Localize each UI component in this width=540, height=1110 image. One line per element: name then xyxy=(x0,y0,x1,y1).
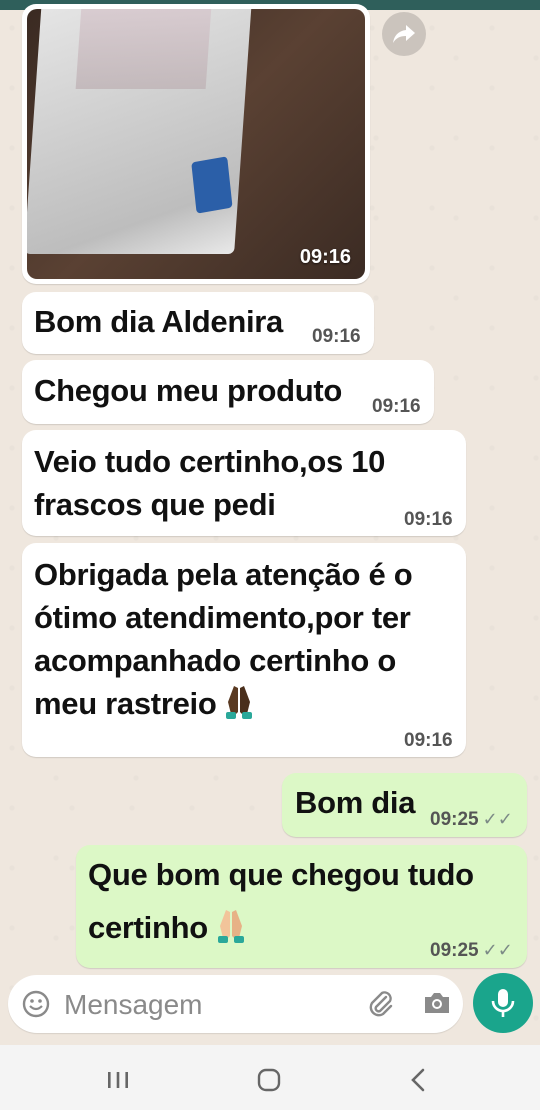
incoming-message[interactable]: Chegou meu produto 09:16 xyxy=(22,360,434,424)
message-time-text: 09:25 xyxy=(430,809,479,830)
image-timestamp: 09:16 xyxy=(299,246,351,268)
message-text-line: Que bom que chegou tudo xyxy=(88,857,474,892)
message-text-fragment: meu rastreio xyxy=(34,686,217,721)
emoji-icon[interactable] xyxy=(22,990,50,1023)
message-time: 09:25 ✓✓ xyxy=(430,809,513,831)
package-label xyxy=(75,9,212,89)
praying-hands-emoji-icon xyxy=(222,682,256,720)
system-nav-bar xyxy=(0,1045,540,1110)
message-text: Bom dia Aldenira xyxy=(34,304,283,339)
incoming-message[interactable]: Obrigada pela atenção é o ótimo atendime… xyxy=(22,543,466,757)
message-text-line: meu rastreio xyxy=(34,682,256,727)
incoming-message[interactable]: Bom dia Aldenira 09:16 xyxy=(22,292,374,354)
outgoing-message[interactable]: Que bom que chegou tudo certinho 09:25 ✓✓ xyxy=(76,845,527,968)
forward-button[interactable] xyxy=(382,12,426,56)
message-time: 09:16 xyxy=(404,509,453,530)
forward-icon xyxy=(393,25,415,43)
message-time: 09:25 ✓✓ xyxy=(430,940,513,962)
message-text-line: Veio tudo certinho,os 10 xyxy=(34,444,386,479)
message-text-fragment: certinho xyxy=(88,910,208,945)
mic-button[interactable] xyxy=(473,973,533,1033)
camera-icon[interactable] xyxy=(422,990,452,1021)
package-shape xyxy=(27,9,252,254)
message-time: 09:16 xyxy=(404,730,453,751)
back-icon[interactable] xyxy=(408,1067,428,1098)
message-text: Chegou meu produto xyxy=(34,373,343,408)
message-time: 09:16 xyxy=(372,396,421,417)
message-text-line: frascos que pedi xyxy=(34,487,276,522)
image-message[interactable]: 09:16 xyxy=(22,4,370,284)
photo-package[interactable]: 09:16 xyxy=(27,9,365,279)
outgoing-message[interactable]: Bom dia 09:25 ✓✓ xyxy=(282,773,527,837)
double-check-icon: ✓✓ xyxy=(482,940,513,960)
message-text: Bom dia xyxy=(295,785,416,820)
message-text-line: ótimo atendimento,por ter xyxy=(34,600,411,635)
message-input[interactable]: Mensagem xyxy=(64,989,203,1021)
message-text-line: acompanhado certinho o xyxy=(34,643,396,678)
paperclip-icon[interactable] xyxy=(366,989,396,1024)
message-input-bar[interactable]: Mensagem xyxy=(8,975,463,1033)
message-text-line: Obrigada pela atenção é o xyxy=(34,557,413,592)
message-text-line: certinho xyxy=(88,906,248,951)
incoming-message[interactable]: Veio tudo certinho,os 10 frascos que ped… xyxy=(22,430,466,536)
home-icon[interactable] xyxy=(256,1067,282,1098)
message-time-text: 09:25 xyxy=(430,940,479,961)
double-check-icon: ✓✓ xyxy=(482,809,513,829)
package-torn-area xyxy=(191,156,233,214)
praying-hands-emoji-icon xyxy=(214,906,248,944)
recent-apps-icon[interactable] xyxy=(106,1070,130,1095)
mic-icon xyxy=(491,989,515,1017)
message-time: 09:16 xyxy=(312,326,361,347)
